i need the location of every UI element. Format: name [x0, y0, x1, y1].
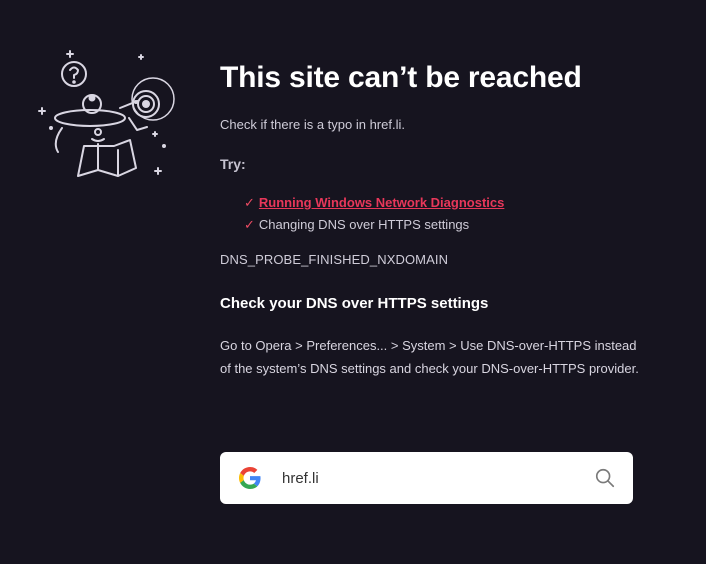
suggestion-text: Changing DNS over HTTPS settings: [258, 217, 470, 232]
typo-hint: Check if there is a typo in href.li.: [220, 117, 405, 132]
search-icon[interactable]: [593, 466, 617, 490]
suggestion-item: ✓ Running Windows Network Diagnostics: [244, 192, 640, 214]
dns-heading: Check your DNS over HTTPS settings: [220, 295, 489, 312]
page-title: This site can’t be reached: [220, 61, 582, 94]
network-diagnostics-link[interactable]: Running Windows Network Diagnostics: [259, 192, 504, 214]
search-input[interactable]: [282, 469, 593, 487]
error-page: This site can’t be reached Check if ther…: [0, 0, 706, 564]
error-content: This site can’t be reached Check if ther…: [220, 60, 640, 380]
google-g-icon: [238, 466, 262, 490]
error-code: DNS_PROBE_FINISHED_NXDOMAIN: [220, 252, 449, 267]
try-label: Try:: [220, 156, 246, 172]
check-icon: ✓: [244, 195, 255, 210]
suggestion-list: ✓ Running Windows Network Diagnostics ✓ …: [220, 192, 640, 236]
check-icon: ✓: [244, 217, 255, 232]
dns-instructions: Go to Opera > Preferences... > System > …: [220, 338, 639, 376]
search-box: [220, 452, 633, 504]
suggestion-item: ✓ Changing DNS over HTTPS settings: [244, 214, 640, 236]
astronaut-telescope-illustration: [38, 50, 175, 177]
